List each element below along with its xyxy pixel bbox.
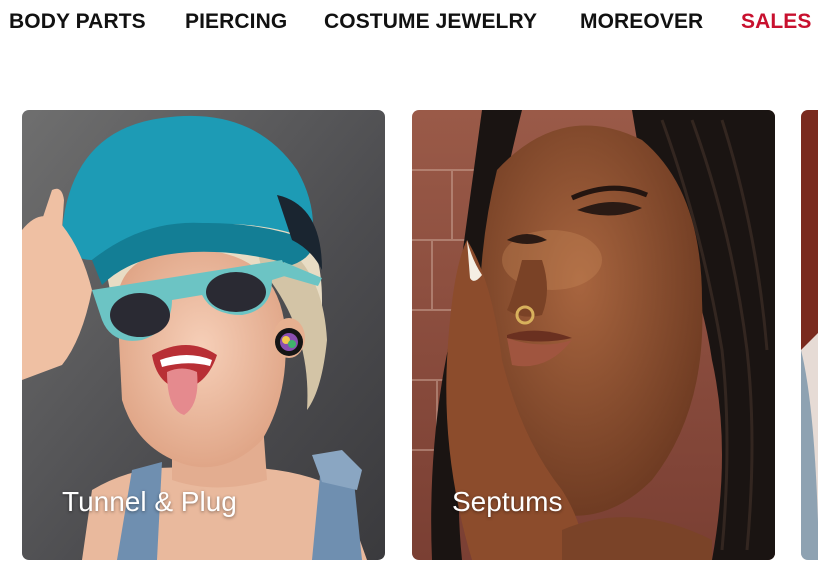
category-label: Septums	[452, 486, 563, 517]
page: BODY PARTS PIERCING COSTUME JEWELRY MORE…	[0, 0, 818, 567]
category-card-septums[interactable]: Septums	[412, 110, 775, 560]
main-navigation: BODY PARTS PIERCING COSTUME JEWELRY MORE…	[0, 0, 818, 48]
nav-item-costume-jewelry[interactable]: COSTUME JEWELRY	[324, 10, 537, 34]
nav-item-moreover[interactable]: MOREOVER	[580, 10, 703, 34]
category-label: Tunnel & Plug	[62, 486, 237, 517]
next-category-photo	[801, 110, 818, 560]
nav-item-sales[interactable]: SALES	[741, 10, 812, 34]
nav-item-body-parts[interactable]: BODY PARTS	[9, 10, 146, 34]
category-card-next[interactable]	[801, 110, 818, 560]
nav-item-piercing[interactable]: PIERCING	[185, 10, 287, 34]
category-card-tunnel-plug[interactable]: Tunnel & Plug	[22, 110, 385, 560]
